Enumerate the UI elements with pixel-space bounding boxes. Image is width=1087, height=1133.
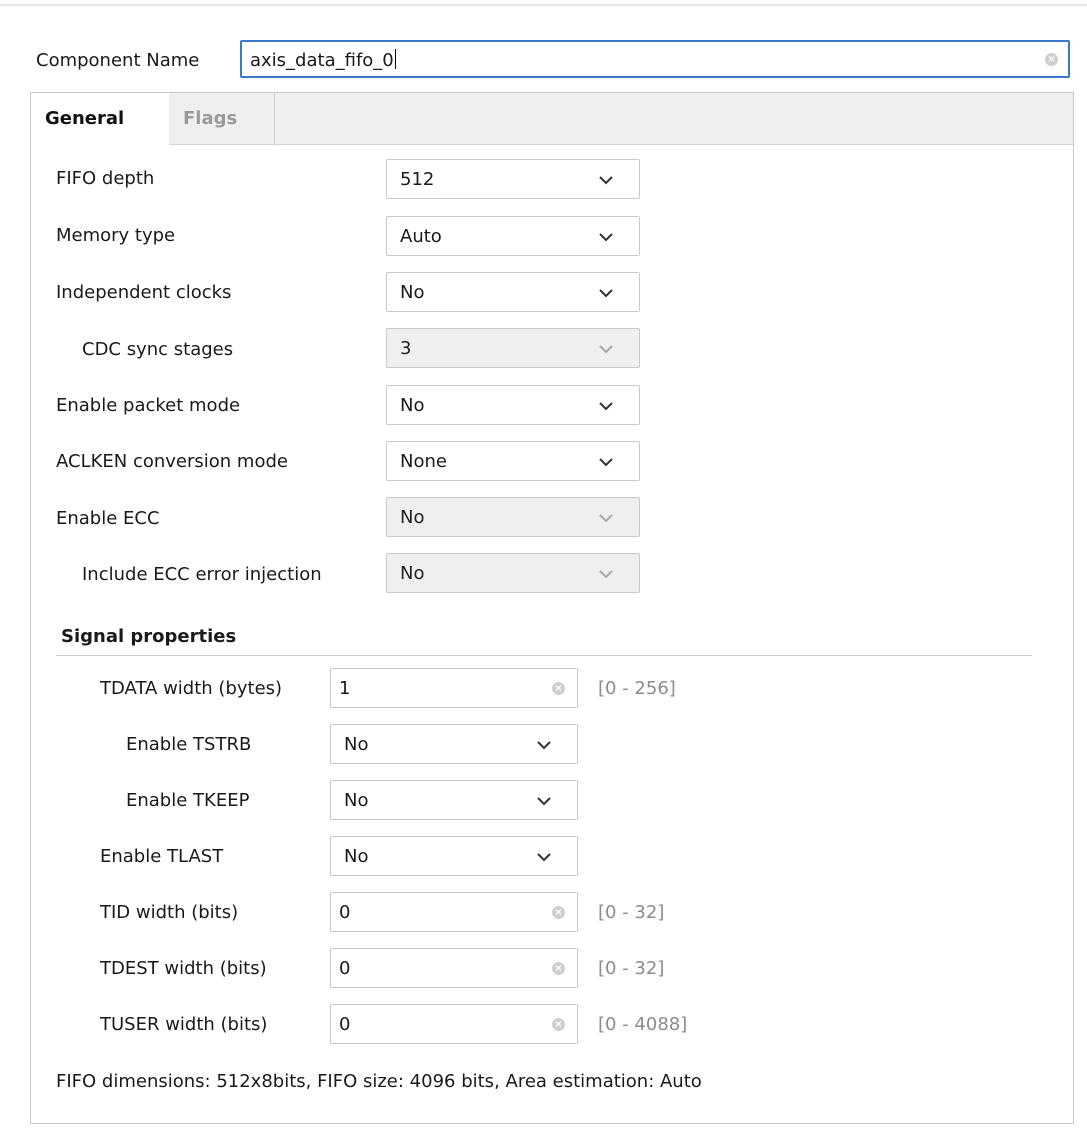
aclken-conversion-mode-label: ACLKEN conversion mode — [56, 451, 288, 472]
enable-tkeep-label: Enable TKEEP — [126, 790, 250, 811]
tdest-width-label: TDEST width (bits) — [100, 958, 267, 979]
enable-ecc-select: No — [386, 497, 640, 537]
chevron-down-icon — [537, 853, 551, 862]
chevron-down-icon — [537, 741, 551, 750]
tab-general[interactable]: General — [31, 93, 169, 146]
text-caret — [394, 49, 396, 69]
independent-clocks-select[interactable]: No — [386, 272, 640, 312]
chevron-down-icon — [599, 345, 613, 354]
aclken-conversion-mode-select[interactable]: None — [386, 441, 640, 481]
fifo-depth-select[interactable]: 512 — [386, 159, 640, 199]
include-ecc-error-injection-label: Include ECC error injection — [82, 564, 322, 585]
fifo-depth-value: 512 — [400, 169, 435, 190]
fifo-summary-text: FIFO dimensions: 512x8bits, FIFO size: 4… — [56, 1071, 702, 1092]
tuser-width-range: [0 - 4088] — [598, 1014, 688, 1035]
fifo-depth-label: FIFO depth — [56, 168, 155, 189]
enable-packet-mode-value: No — [400, 395, 425, 416]
tdest-width-value: 0 — [339, 958, 351, 979]
chevron-down-icon — [599, 514, 613, 523]
independent-clocks-label: Independent clocks — [56, 282, 232, 303]
enable-tlast-value: No — [344, 846, 369, 867]
clear-icon[interactable]: × — [1045, 53, 1058, 66]
clear-icon[interactable]: × — [552, 1018, 565, 1031]
chevron-down-icon — [599, 233, 613, 242]
tid-width-input[interactable]: 0 × — [330, 892, 578, 932]
memory-type-label: Memory type — [56, 225, 176, 246]
enable-tstrb-select[interactable]: No — [330, 724, 578, 764]
top-divider — [0, 4, 1087, 6]
chevron-down-icon — [599, 458, 613, 467]
tid-width-label: TID width (bits) — [100, 902, 239, 923]
enable-packet-mode-label: Enable packet mode — [56, 395, 241, 416]
include-ecc-error-injection-value: No — [400, 563, 425, 584]
chevron-down-icon — [599, 402, 613, 411]
tid-width-range: [0 - 32] — [598, 902, 665, 923]
component-name-value: axis_data_fifo_0 — [250, 50, 394, 71]
cdc-sync-stages-value: 3 — [400, 338, 412, 359]
tdest-width-range: [0 - 32] — [598, 958, 665, 979]
enable-tstrb-label: Enable TSTRB — [126, 734, 252, 755]
include-ecc-error-injection-select: No — [386, 553, 640, 593]
tuser-width-value: 0 — [339, 1014, 351, 1035]
memory-type-select[interactable]: Auto — [386, 216, 640, 256]
component-name-input[interactable]: axis_data_fifo_0 × — [240, 40, 1070, 78]
cdc-sync-stages-select: 3 — [386, 328, 640, 368]
independent-clocks-value: No — [400, 282, 425, 303]
enable-tkeep-value: No — [344, 790, 369, 811]
enable-tkeep-select[interactable]: No — [330, 780, 578, 820]
tdata-width-label: TDATA width (bytes) — [100, 678, 283, 699]
chevron-down-icon — [537, 797, 551, 806]
enable-tstrb-value: No — [344, 734, 369, 755]
component-name-label: Component Name — [36, 50, 200, 71]
enable-tlast-label: Enable TLAST — [100, 846, 224, 867]
chevron-down-icon — [599, 289, 613, 298]
section-divider — [56, 655, 1032, 656]
enable-tlast-select[interactable]: No — [330, 836, 578, 876]
memory-type-value: Auto — [400, 226, 442, 247]
tdest-width-input[interactable]: 0 × — [330, 948, 578, 988]
tdata-width-range: [0 - 256] — [598, 678, 676, 699]
tdata-width-input[interactable]: 1 × — [330, 668, 578, 708]
tab-flags[interactable]: Flags — [169, 93, 275, 145]
clear-icon[interactable]: × — [552, 962, 565, 975]
chevron-down-icon — [599, 570, 613, 579]
tab-bar: General Flags — [31, 93, 1073, 146]
signal-properties-heading: Signal properties — [61, 626, 237, 647]
tid-width-value: 0 — [339, 902, 351, 923]
cdc-sync-stages-label: CDC sync stages — [82, 339, 234, 360]
aclken-conversion-mode-value: None — [400, 451, 447, 472]
enable-ecc-value: No — [400, 507, 425, 528]
tdata-width-value: 1 — [339, 678, 351, 699]
clear-icon[interactable]: × — [552, 906, 565, 919]
tuser-width-label: TUSER width (bits) — [100, 1014, 268, 1035]
clear-icon[interactable]: × — [552, 682, 565, 695]
enable-packet-mode-select[interactable]: No — [386, 385, 640, 425]
tuser-width-input[interactable]: 0 × — [330, 1004, 578, 1044]
chevron-down-icon — [599, 176, 613, 185]
enable-ecc-label: Enable ECC — [56, 508, 160, 529]
